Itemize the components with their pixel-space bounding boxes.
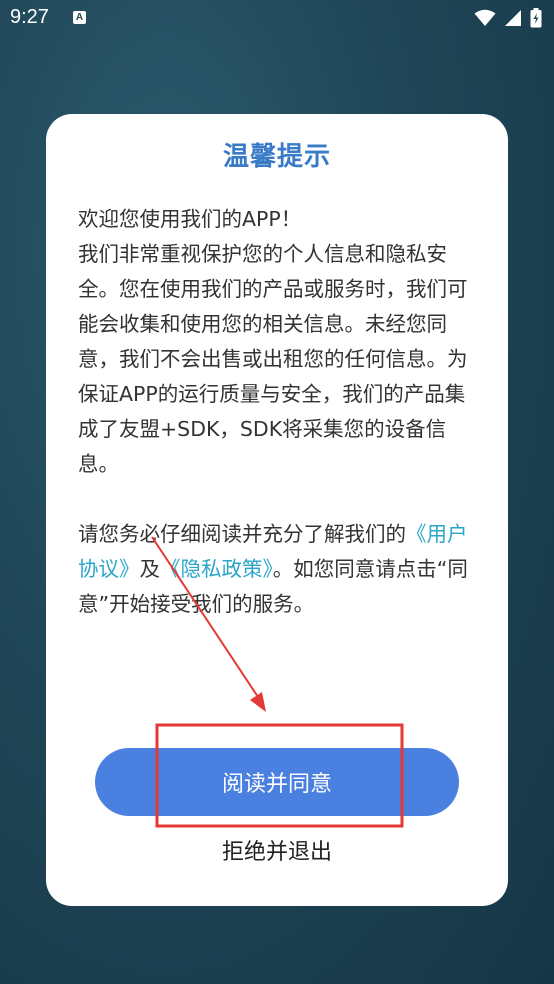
privacy-policy-link[interactable]: 《隐私政策》 [160, 557, 273, 581]
privacy-description: 我们非常重视保护您的个人信息和隐私安全。您在使用我们的产品或服务时，我们可能会收… [78, 242, 468, 476]
wifi-icon [474, 9, 496, 26]
welcome-text: 欢迎您使用我们的APP！ [78, 207, 302, 231]
status-bar: 9:27 A [0, 0, 554, 36]
dialog-title: 温馨提示 [222, 142, 331, 172]
status-icons [474, 8, 542, 28]
status-time: 9:27 [10, 6, 49, 28]
cellular-signal-icon [505, 10, 521, 26]
exit-button[interactable]: 拒绝并退出 [177, 828, 377, 872]
agreement-conjunction: 及 [139, 557, 161, 581]
agreement-notice: 请您务必仔细阅读并充分了解我们的《用户协议》及《隐私政策》。如您同意请点击“同意… [78, 517, 480, 622]
agree-button[interactable]: 阅读并同意 [95, 748, 459, 816]
agreement-prefix: 请您务必仔细阅读并充分了解我们的 [78, 522, 406, 546]
battery-charging-icon [530, 8, 542, 28]
dialog-body: 欢迎您使用我们的APP！ 我们非常重视保护您的个人信息和隐私安全。您在使用我们的… [78, 202, 480, 622]
a-notification-icon: A [73, 11, 86, 24]
privacy-dialog: 温馨提示 欢迎您使用我们的APP！ 我们非常重视保护您的个人信息和隐私安全。您在… [46, 114, 508, 906]
